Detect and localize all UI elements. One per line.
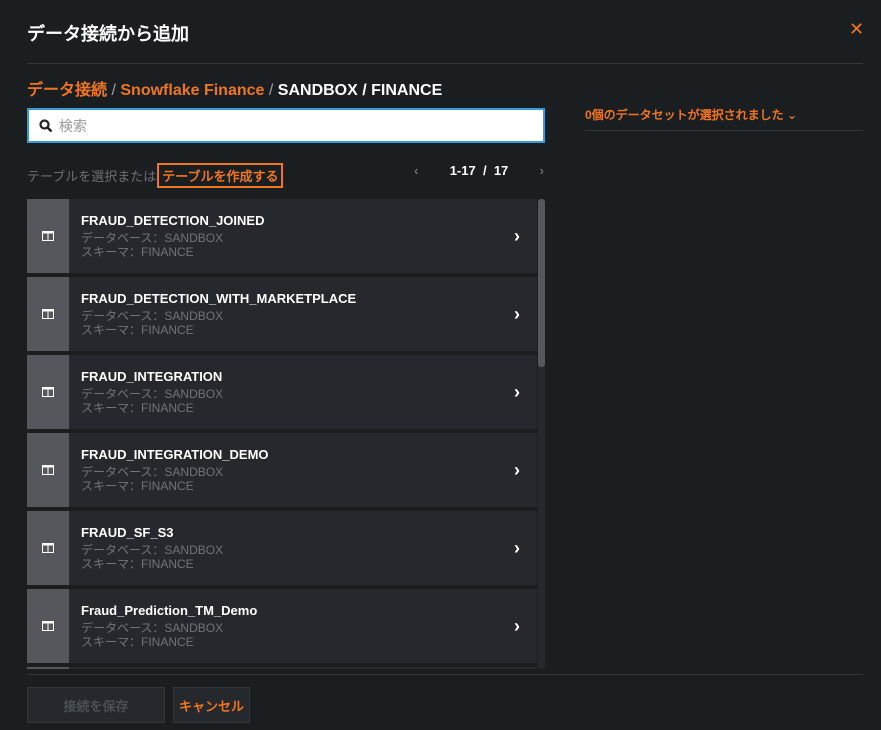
page-sep: / — [482, 163, 487, 178]
table-icon — [42, 231, 54, 241]
table-icon — [42, 621, 54, 631]
table-name: FRAUD_SF_S3 — [81, 525, 174, 540]
table-name: FRAUD_INTEGRATION — [81, 369, 223, 384]
table-row[interactable]: FRAUD_DETECTION_WITH_MARKETPLACE データベース：… — [27, 277, 537, 351]
table-row[interactable]: FRAUD_INTEGRATION_DEMO データベース：SANDBOX スキ… — [27, 433, 537, 507]
pagination: ‹ 1-17 / 17 › — [414, 163, 544, 178]
table-database: データベース：SANDBOX — [81, 543, 224, 557]
table-row[interactable] — [27, 667, 537, 669]
breadcrumb-root[interactable]: データ接続 — [27, 82, 107, 99]
table-schema: スキーマ：FINANCE — [81, 245, 194, 259]
breadcrumb-current: SANDBOX / FINANCE — [277, 82, 443, 99]
chevron-right-icon[interactable]: › — [497, 226, 537, 247]
table-icon — [42, 387, 54, 397]
table-icon-cell — [27, 667, 69, 669]
prev-page-icon[interactable]: ‹ — [414, 163, 418, 178]
hint-text: テーブルを選択または — [27, 169, 157, 184]
table-database: データベース：SANDBOX — [81, 387, 224, 401]
selected-datasets-label: 0個のデータセットが選択されました — [585, 108, 784, 122]
table-list: FRAUD_DETECTION_JOINED データベース：SANDBOX スキ… — [27, 199, 537, 669]
cancel-button[interactable]: キャンセル — [173, 687, 250, 723]
table-icon-cell — [27, 511, 69, 585]
table-row[interactable]: Fraud_Prediction_TM_Demo データベース：SANDBOX … — [27, 589, 537, 663]
scrollbar-thumb[interactable] — [538, 199, 545, 367]
table-database: データベース：SANDBOX — [81, 621, 224, 635]
search-box — [27, 108, 545, 143]
chevron-right-icon[interactable]: › — [497, 616, 537, 637]
table-row[interactable]: FRAUD_INTEGRATION データベース：SANDBOX スキーマ：FI… — [27, 355, 537, 429]
table-name: FRAUD_INTEGRATION_DEMO — [81, 447, 269, 462]
table-icon-cell — [27, 277, 69, 351]
dialog-title: データ接続から追加 — [27, 24, 189, 44]
table-hint: テーブルを選択または テーブルを作成する — [27, 163, 284, 188]
table-row[interactable]: FRAUD_DETECTION_JOINED データベース：SANDBOX スキ… — [27, 199, 537, 273]
table-icon — [42, 465, 54, 475]
table-icon — [42, 309, 54, 319]
table-icon-cell — [27, 433, 69, 507]
close-icon[interactable]: ✕ — [849, 19, 864, 40]
table-schema: スキーマ：FINANCE — [81, 557, 194, 571]
table-database: データベース：SANDBOX — [81, 465, 224, 479]
scrollbar[interactable] — [538, 199, 545, 669]
page-total: 17 — [493, 163, 509, 178]
divider — [27, 674, 863, 675]
chevron-right-icon[interactable]: › — [497, 460, 537, 481]
divider — [585, 130, 863, 131]
page-range: 1-17 — [449, 163, 476, 178]
table-schema: スキーマ：FINANCE — [81, 479, 194, 493]
next-page-icon[interactable]: › — [540, 163, 544, 178]
table-icon-cell — [27, 589, 69, 663]
table-name: Fraud_Prediction_TM_Demo — [81, 603, 258, 618]
chevron-right-icon[interactable]: › — [497, 538, 537, 559]
chevron-right-icon[interactable]: › — [497, 304, 537, 325]
save-connection-button[interactable]: 接続を保存 — [27, 687, 165, 723]
table-icon — [42, 543, 54, 553]
search-icon — [39, 118, 53, 132]
table-schema: スキーマ：FINANCE — [81, 401, 194, 415]
breadcrumb-separator: / — [111, 82, 116, 99]
selected-datasets-dropdown[interactable]: 0個のデータセットが選択されました ⌄ — [585, 106, 797, 123]
breadcrumb: データ接続 / Snowflake Finance / SANDBOX / FI… — [27, 76, 442, 100]
table-icon-cell — [27, 199, 69, 273]
create-table-link[interactable]: テーブルを作成する — [157, 163, 284, 188]
table-database: データベース：SANDBOX — [81, 231, 224, 245]
breadcrumb-connection[interactable]: Snowflake Finance — [120, 82, 264, 99]
table-name: FRAUD_DETECTION_WITH_MARKETPLACE — [81, 291, 357, 306]
chevron-right-icon[interactable]: › — [497, 382, 537, 403]
table-name: FRAUD_DETECTION_JOINED — [81, 213, 265, 228]
divider — [27, 63, 863, 64]
search-input[interactable] — [59, 117, 519, 134]
breadcrumb-separator: / — [268, 82, 274, 99]
table-icon-cell — [27, 355, 69, 429]
table-database: データベース：SANDBOX — [81, 309, 224, 323]
table-schema: スキーマ：FINANCE — [81, 635, 194, 649]
table-schema: スキーマ：FINANCE — [81, 323, 194, 337]
table-row[interactable]: FRAUD_SF_S3 データベース：SANDBOX スキーマ：FINANCE … — [27, 511, 537, 585]
chevron-down-icon: ⌄ — [787, 108, 798, 122]
